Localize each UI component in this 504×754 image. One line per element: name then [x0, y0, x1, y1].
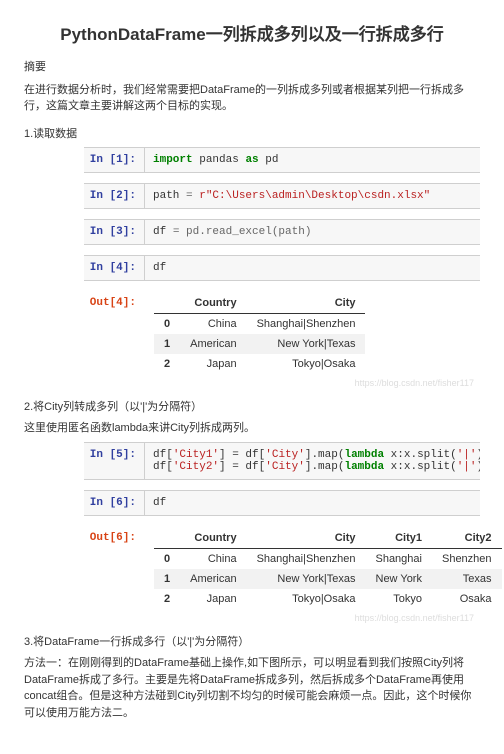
t2-h-city2: City2: [432, 528, 502, 549]
code-in-3: df = pd.read_excel(path): [144, 220, 480, 244]
kw-as: as: [245, 154, 258, 166]
kw-import: import: [153, 154, 193, 166]
t2-h-city: City: [247, 528, 366, 549]
section-1-head: 1.读取数据: [24, 125, 480, 141]
cell-out-4: Out[4]: CountryCity 0ChinaShanghai|Shenz…: [84, 291, 480, 378]
section-2-sub: 这里使用匿名函数lambda来讲City列拆成两列。: [24, 420, 480, 437]
str-path: r"C:\Users\admin\Desktop\csdn.xlsx": [199, 190, 430, 202]
watermark-2: https://blog.csdn.net/fisher117: [24, 613, 480, 623]
table-row: 1AmericanNew York|TexasNew YorkTexas: [154, 569, 502, 589]
prompt-in-2: In [2]:: [84, 184, 144, 208]
cell-in-2: In [2]: path = r"C:\Users\admin\Desktop\…: [84, 183, 480, 209]
prompt-out-4: Out[4]:: [84, 291, 144, 378]
section-3-text: 方法一：在刚刚得到的DataFrame基础上操作,如下图所示，可以明显看到我们按…: [24, 655, 480, 721]
op-eq: =: [186, 190, 199, 202]
code-in-2: path = r"C:\Users\admin\Desktop\csdn.xls…: [144, 184, 480, 208]
table-out-6: CountryCityCity1City2 0ChinaShanghai|She…: [154, 528, 502, 609]
code-in-4: df: [144, 256, 480, 280]
t2-h-country: Country: [180, 528, 246, 549]
abstract-label: 摘要: [24, 59, 480, 76]
cell-in-5: In [5]: df['City1'] = df['City'].map(lam…: [84, 442, 480, 480]
cell-in-6: In [6]: df: [84, 490, 480, 516]
code-in-1: import pandas as pd: [144, 148, 480, 172]
code-in-6: df: [144, 491, 480, 515]
cell-in-4: In [4]: df: [84, 255, 480, 281]
prompt-in-3: In [3]:: [84, 220, 144, 244]
table-row: 1AmericanNew York|Texas: [154, 334, 365, 354]
t1-h-country: Country: [180, 293, 246, 314]
prompt-in-5: In [5]:: [84, 443, 144, 479]
abstract-text: 在进行数据分析时，我们经常需要把DataFrame的一列拆成多列或者根据某列把一…: [24, 82, 480, 115]
page-title: PythonDataFrame一列拆成多列以及一行拆成多行: [24, 20, 480, 45]
code-in-5: df['City1'] = df['City'].map(lambda x:x.…: [144, 443, 480, 479]
t1-h-city: City: [247, 293, 366, 314]
cell-in-1: In [1]: import pandas as pd: [84, 147, 480, 173]
cell-in-3: In [3]: df = pd.read_excel(path): [84, 219, 480, 245]
code-3a: df: [153, 226, 173, 238]
prompt-in-4: In [4]:: [84, 256, 144, 280]
section-2-head: 2.将City列转成多列（以'|'为分隔符）: [24, 398, 480, 414]
table-row: 0ChinaShanghai|ShenzhenShanghaiShenzhen: [154, 549, 502, 570]
watermark-1: https://blog.csdn.net/fisher117: [24, 378, 480, 388]
table-out-4: CountryCity 0ChinaShanghai|Shenzhen1Amer…: [154, 293, 365, 374]
alias-pd: pd: [265, 154, 278, 166]
var-path: path: [153, 190, 186, 202]
section-3-head: 3.将DataFrame一行拆成多行（以'|'为分隔符）: [24, 633, 480, 649]
table-row: 0ChinaShanghai|Shenzhen: [154, 313, 365, 334]
cell-out-6: Out[6]: CountryCityCity1City2 0ChinaShan…: [84, 526, 480, 613]
mod-pandas: pandas: [199, 154, 239, 166]
prompt-in-6: In [6]:: [84, 491, 144, 515]
prompt-out-6: Out[6]:: [84, 526, 144, 613]
t2-h-city1: City1: [365, 528, 432, 549]
table-row: 2JapanTokyo|Osaka: [154, 354, 365, 374]
prompt-in-1: In [1]:: [84, 148, 144, 172]
code-3b: = pd.read_excel(path): [173, 226, 312, 238]
table-row: 2JapanTokyo|OsakaTokyoOsaka: [154, 589, 502, 609]
